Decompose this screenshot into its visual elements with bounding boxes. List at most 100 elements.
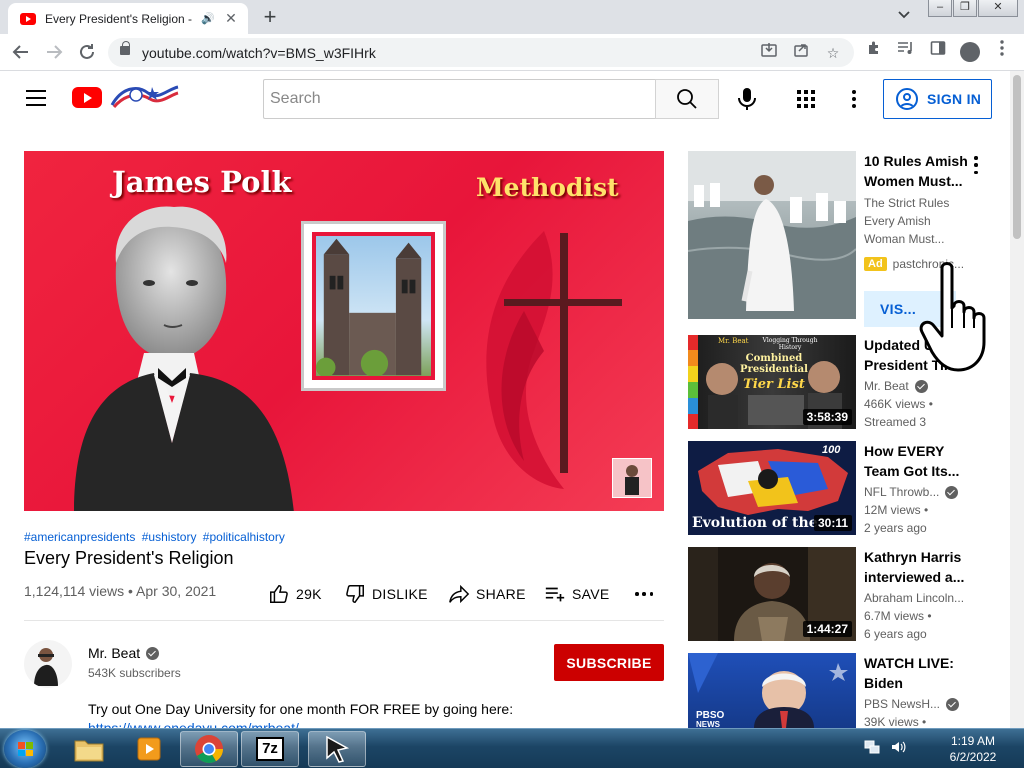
recommendation-title[interactable]: Updated U... President Ti...	[864, 335, 970, 375]
recommendation-channel[interactable]: Abraham Lincoln...	[864, 591, 964, 605]
hashtag-link[interactable]: #americanpresidents	[24, 530, 135, 544]
thumbnail-text: Vlogging Through History	[762, 337, 818, 351]
sign-in-label: SIGN IN	[927, 91, 982, 107]
settings-kebab-icon[interactable]	[846, 88, 862, 110]
video-duration: 1:44:27	[802, 621, 852, 637]
recommendation-thumbnail[interactable]: Mr. Beat Vlogging Through History Combin…	[688, 335, 856, 429]
like-button[interactable]: 29K	[268, 582, 322, 606]
ad-advertiser[interactable]: pastchronic...	[893, 257, 964, 271]
guide-menu-icon[interactable]	[26, 90, 46, 106]
recommendation-channel-name[interactable]: Mr. Beat	[864, 379, 909, 393]
microphone-icon[interactable]	[733, 85, 761, 113]
taskbar-pointer-app-button[interactable]	[308, 731, 366, 767]
volume-icon[interactable]	[890, 739, 906, 755]
dislike-button[interactable]: DISLIKE	[344, 582, 428, 606]
back-arrow-icon[interactable]	[9, 40, 33, 64]
start-button[interactable]	[4, 730, 46, 768]
page-scrollbar-thumb[interactable]	[1013, 75, 1021, 239]
recommendation-title[interactable]: Kathryn Harris interviewed a...	[864, 547, 970, 587]
youtube-masthead: SIGN IN	[0, 71, 1010, 127]
window-controls: – ❐ ✕	[928, 0, 1018, 17]
apps-grid-icon[interactable]	[797, 90, 815, 108]
ad-thumbnail[interactable]	[688, 151, 856, 319]
maximize-button[interactable]: ❐	[953, 0, 977, 17]
recommendation-channel[interactable]: NFL Throwb...	[864, 485, 964, 499]
minimize-button[interactable]: –	[928, 0, 952, 17]
share-page-icon[interactable]	[790, 42, 812, 64]
taskbar-explorer-button[interactable]	[60, 731, 118, 767]
save-button[interactable]: SAVE	[544, 582, 610, 606]
speaker-icon[interactable]: 🔊	[201, 12, 215, 25]
media-control-icon[interactable]	[894, 40, 918, 64]
recommendation-title[interactable]: How EVERY Team Got Its...	[864, 441, 970, 481]
recommendation-channel[interactable]: PBS NewsH...	[864, 697, 964, 711]
hashtag-link[interactable]: #ushistory	[142, 530, 197, 544]
share-button[interactable]: SHARE	[448, 582, 526, 606]
windows-taskbar: 7z 1:19 AM 6/2/2022	[0, 728, 1024, 768]
channel-name-text[interactable]: Mr. Beat	[88, 645, 140, 661]
url-text[interactable]: youtube.com/watch?v=BMS_w3FIHrk	[142, 45, 376, 61]
install-app-icon[interactable]	[758, 42, 780, 64]
tab-close-icon[interactable]: ✕	[222, 10, 240, 27]
youtube-doodle-icon[interactable]	[108, 83, 180, 111]
recommendation-thumbnail[interactable]: PBSO NEWS	[688, 653, 856, 728]
cross-vertical-bar	[560, 233, 568, 473]
recommendation-thumbnail[interactable]: 1:44:27	[688, 547, 856, 641]
new-tab-button[interactable]: +	[258, 5, 282, 29]
recommendation-channel[interactable]: Mr. Beat	[864, 379, 964, 393]
network-icon[interactable]	[864, 739, 880, 755]
search-input[interactable]	[263, 79, 656, 119]
search-button[interactable]	[655, 79, 719, 119]
hashtag-list: #americanpresidents #ushistory #politica…	[24, 530, 288, 544]
taskbar-chrome-button[interactable]	[180, 731, 238, 767]
recommendation-title[interactable]: WATCH LIVE: Biden delivers...	[864, 653, 970, 693]
recommendation-age: 2 years ago	[864, 521, 927, 535]
ad-badge: Ad	[864, 257, 887, 271]
more-actions-icon[interactable]	[635, 592, 653, 596]
system-clock[interactable]: 1:19 AM 6/2/2022	[930, 733, 1016, 765]
browser-tab-active[interactable]: Every President's Religion - Yo 🔊 ✕	[8, 3, 248, 34]
reload-icon[interactable]	[75, 40, 99, 64]
recommendation-channel-name[interactable]: PBS NewsH...	[864, 697, 940, 711]
thumbnail-religion-label: Methodist	[476, 173, 619, 202]
taskbar-media-player-button[interactable]	[120, 731, 178, 767]
taskbar-7zip-button[interactable]: 7z	[241, 731, 299, 767]
recommendation-item[interactable]: 1:44:27 Kathryn Harris interviewed a... …	[688, 547, 1004, 641]
divider	[24, 620, 664, 621]
recommendation-item[interactable]: Mr. Beat Vlogging Through History Combin…	[688, 335, 1004, 429]
channel-watermark-image[interactable]	[612, 458, 652, 498]
recommendation-thumbnail[interactable]: 100 Evolution of the 30:11	[688, 441, 856, 535]
chrome-menu-icon[interactable]	[990, 40, 1014, 64]
verified-check-icon	[946, 697, 960, 711]
arrow-pointer-icon	[326, 735, 350, 763]
extensions-puzzle-icon[interactable]	[862, 40, 886, 64]
profile-avatar-icon[interactable]	[960, 42, 980, 62]
forward-arrow-icon[interactable]	[42, 40, 66, 64]
video-player[interactable]: James Polk Methodist	[24, 151, 664, 511]
clock-date: 6/2/2022	[949, 750, 997, 764]
thumbnail-text: 100	[822, 444, 841, 456]
bookmark-star-icon[interactable]: ☆	[822, 42, 844, 64]
channel-avatar[interactable]	[24, 640, 72, 688]
youtube-logo-icon[interactable]	[72, 87, 102, 108]
lock-icon[interactable]	[120, 41, 130, 55]
ad-visit-button[interactable]: VIS...	[864, 291, 956, 327]
address-bar[interactable]: youtube.com/watch?v=BMS_w3FIHrk ☆	[108, 38, 854, 67]
ad-title[interactable]: 10 Rules Amish Women Must...	[864, 151, 970, 191]
recommendation-channel-name[interactable]: Abraham Lincoln...	[864, 591, 964, 605]
side-panel-icon[interactable]	[926, 40, 950, 64]
page-scrollbar[interactable]	[1010, 71, 1024, 728]
thumbnail-text: Combined Presidential	[740, 353, 808, 375]
recommendation-item[interactable]: 100 Evolution of the 30:11 How EVERY Tea…	[688, 441, 1004, 535]
recommendation-channel-name[interactable]: NFL Throwb...	[864, 485, 939, 499]
hashtag-link[interactable]: #politicalhistory	[203, 530, 285, 544]
tab-search-chevron-icon[interactable]	[893, 8, 915, 26]
window-close-button[interactable]: ✕	[978, 0, 1018, 17]
ad-description: The Strict Rules Every Amish Woman Must.…	[864, 196, 950, 246]
sign-in-button[interactable]: SIGN IN	[883, 79, 992, 119]
channel-name[interactable]: Mr. Beat	[88, 645, 160, 661]
ad-more-icon[interactable]	[972, 156, 980, 174]
subscribe-button[interactable]: SUBSCRIBE	[554, 644, 664, 681]
share-arrow-icon	[449, 584, 470, 604]
recommendation-item[interactable]: PBSO NEWS WATCH LIVE: Biden delivers... …	[688, 653, 1004, 728]
